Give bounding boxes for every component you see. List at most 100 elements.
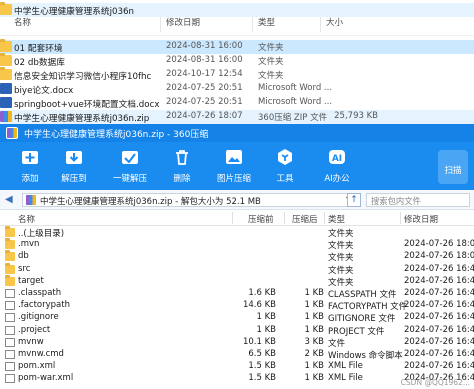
entry-size: 1.6 KB — [248, 288, 276, 298]
column-name[interactable]: 名称 — [14, 16, 31, 28]
entry-packed-size: 1 KB — [304, 324, 324, 335]
file-name: biye论文.docx — [14, 86, 74, 96]
file-type: 360压缩 ZIP 文件 — [258, 113, 328, 123]
folder-icon — [0, 53, 12, 66]
entry-type: GITIGNORE 文件 — [328, 314, 396, 325]
column-type[interactable]: 类型 — [258, 16, 275, 28]
archive-row[interactable]: pom.xml 1.5 KB 1 KB XML File 2024-07-26 16:4… — [0, 361, 474, 373]
archive-row[interactable]: src 文件夹 2024-07-26 16:49 — [0, 262, 474, 276]
entry-type: FACTORYPATH 文件 — [328, 302, 408, 313]
trash-icon — [176, 150, 188, 165]
column-size[interactable]: 大小 — [326, 16, 343, 28]
column-date[interactable]: 修改日期 — [404, 213, 438, 225]
file-date: 2024-08-31 16:00 — [166, 41, 243, 51]
zip-title-bar: 中学生心理健康管理系统j036n.zip - 360压缩 — [0, 124, 474, 142]
file-icon — [5, 313, 15, 323]
column-name[interactable]: 名称 — [18, 213, 35, 225]
explorer-row[interactable]: 02 db数据库 2024-08-31 16:00 文件夹 — [0, 53, 474, 68]
entry-name: .project — [18, 324, 51, 335]
explorer-row[interactable]: 01 配套环境 2024-08-31 16:00 文件夹 — [0, 39, 474, 54]
folder-icon — [5, 274, 15, 286]
entry-packed-size: 1 KB — [304, 312, 324, 323]
entry-name: pom-war.xml — [18, 373, 74, 384]
column-date[interactable]: 修改日期 — [166, 16, 200, 28]
archive-row[interactable]: .project 1 KB 1 KB PROJECT 文件 2024-07-26 16:… — [0, 325, 474, 337]
archive-row[interactable]: mvnw.cmd 6.5 KB 2 KB Windows 命令脚本 2024-07-26… — [0, 349, 474, 361]
archive-search-input[interactable]: 搜索包内文件 — [366, 193, 470, 207]
entry-date: 2024-07-26 18:07 — [404, 239, 474, 250]
entry-type: 文件夹 — [328, 265, 354, 276]
archive-row[interactable]: ..(上级目录) 文件夹 — [0, 226, 474, 239]
entry-name: .classpath — [18, 288, 62, 298]
file-type: Microsoft Word ... — [258, 83, 333, 93]
archive-row[interactable]: target 文件夹 2024-07-26 16:49 — [0, 274, 474, 288]
entry-name: ..(上级目录) — [18, 229, 65, 239]
toolbar-label: AI办公 — [324, 174, 350, 184]
zip-address-bar: ◀ 中学生心理健康管理系统j036n.zip - 解包大小为 52.1 MB ▼… — [0, 190, 474, 210]
entry-name: db — [18, 251, 29, 262]
entry-name: mvnw.cmd — [18, 349, 64, 359]
column-separator — [324, 212, 325, 224]
add-button[interactable]: 添加 — [8, 146, 52, 188]
explorer-row[interactable]: springboot+vue环境配置文档.docx 2024-07-25 20:… — [0, 96, 474, 110]
archive-row[interactable]: db 文件夹 2024-07-26 18:07 — [0, 250, 474, 263]
one-click-extract-button[interactable]: 一键解压 — [108, 146, 152, 188]
folder-icon — [0, 67, 12, 80]
file-icon — [5, 301, 15, 311]
entry-size: 1.5 KB — [248, 361, 276, 372]
folder-icon — [5, 226, 15, 237]
back-arrow-icon[interactable]: ◀ — [5, 194, 17, 206]
entry-type: XML File — [328, 361, 363, 372]
file-date: 2024-07-25 20:51 — [166, 97, 243, 107]
column-separator — [232, 212, 233, 224]
file-type: 文件夹 — [258, 43, 284, 53]
entry-packed-size: 1 KB — [304, 288, 324, 298]
archive-row[interactable]: .gitignore 1 KB 1 KB GITIGNORE 文件 2024-07-26… — [0, 312, 474, 324]
explorer-row[interactable]: 信息安全知识学习微信小程序10fhc 2024-10-17 12:54 文件夹 — [0, 67, 474, 82]
file-name: 中学生心理健康管理系统j036n.zip — [14, 114, 150, 124]
entry-date: 2024-07-26 16:49 — [404, 288, 474, 298]
word-document-icon — [0, 97, 12, 108]
file-icon — [5, 325, 15, 335]
archive-row[interactable]: .factorypath 14.6 KB 1 KB FACTORYPATH 文件 202… — [0, 300, 474, 312]
up-folder-icon[interactable]: ↑ — [347, 193, 361, 207]
zip-list-header: 名称 压缩前 压缩后 类型 修改日期 — [0, 210, 474, 226]
extract-to-button[interactable]: 解压到 — [52, 146, 96, 188]
file-date: 2024-08-31 16:00 — [166, 55, 243, 65]
entry-type: 文件夹 — [328, 277, 354, 288]
column-packed[interactable]: 压缩后 — [292, 213, 318, 225]
entry-name: .mvn — [18, 239, 40, 250]
entry-name: .gitignore — [18, 312, 59, 323]
search-placeholder: 搜索包内文件 — [371, 196, 421, 206]
explorer-row-current-folder[interactable]: 中学生心理健康管理系统j036n — [0, 2, 474, 17]
entry-type: 文件夹 — [328, 229, 354, 239]
toolbar-label: 添加 — [21, 174, 39, 184]
entry-size: 1 KB — [256, 312, 276, 323]
svg-text:AI: AI — [332, 154, 342, 164]
ai-office-button[interactable]: AI AI办公 — [315, 146, 359, 188]
scan-label: 扫描 — [444, 166, 462, 176]
zip-toolbar: 添加 解压到 一键解压 删除 图片压缩 工具 AI AI办公 扫描 — [0, 142, 474, 190]
image-compress-button[interactable]: 图片压缩 — [212, 146, 256, 188]
scan-button[interactable]: 扫描 — [438, 150, 468, 184]
archive-row[interactable]: mvnw 10.1 KB 3 KB 文件 2024-07-26 16:49 — [0, 337, 474, 349]
entry-type: 文件夹 — [328, 241, 354, 252]
column-type[interactable]: 类型 — [328, 213, 345, 225]
entry-type: XML File — [328, 373, 363, 384]
entry-size: 6.5 KB — [248, 349, 276, 359]
tools-icon — [278, 149, 292, 165]
toolbar-label: 工具 — [276, 174, 294, 184]
archive-row[interactable]: .classpath 1.6 KB 1 KB CLASSPATH 文件 2024-07-… — [0, 288, 474, 300]
archive-path[interactable]: 中学生心理健康管理系统j036n.zip - 解包大小为 52.1 MB ▼ — [22, 193, 356, 207]
explorer-row[interactable]: biye论文.docx 2024-07-25 20:51 Microsoft W… — [0, 82, 474, 96]
tools-button[interactable]: 工具 — [263, 146, 307, 188]
column-size[interactable]: 压缩前 — [248, 213, 274, 225]
archive-row[interactable]: .mvn 文件夹 2024-07-26 18:07 — [0, 238, 474, 252]
explorer-row-zip[interactable]: 中学生心理健康管理系统j036n.zip 2024-07-26 18:07 36… — [0, 110, 474, 124]
ai-icon: AI — [329, 150, 345, 164]
entry-date: 2024-07-26 16:49 — [404, 300, 474, 311]
entry-type: CLASSPATH 文件 — [328, 290, 397, 300]
delete-button[interactable]: 删除 — [160, 146, 204, 188]
toolbar-label: 解压到 — [61, 174, 87, 184]
folder-icon — [0, 2, 12, 15]
